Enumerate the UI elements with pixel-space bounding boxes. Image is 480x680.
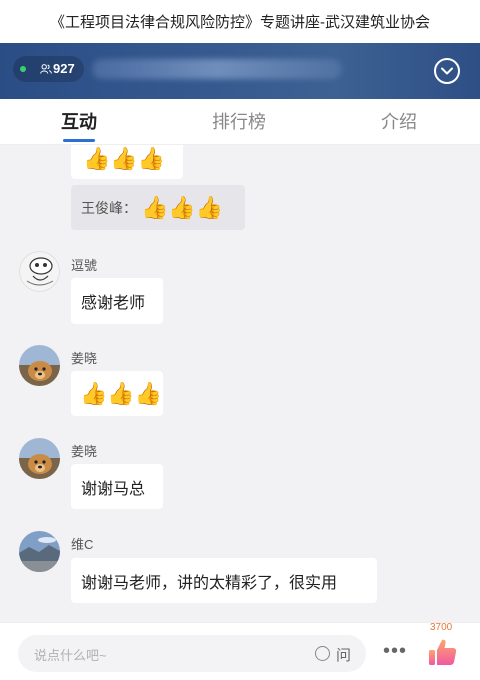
like-thumb-icon[interactable] (428, 637, 458, 667)
sketch-avatar-icon (19, 251, 60, 292)
sender-name: 逗號 (71, 258, 98, 273)
avatar[interactable] (19, 531, 60, 572)
dog-avatar-icon (19, 438, 60, 479)
viewer-count: 927 (53, 61, 75, 76)
chat-input-placeholder: 说点什么吧~ (34, 648, 107, 663)
chat-bubble: 谢谢马总 (71, 464, 163, 509)
active-tab-indicator (63, 139, 95, 142)
chat-list[interactable]: 👍👍👍 王俊峰： 👍👍👍 逗號 感谢老师 姜晓 👍👍👍 姜晓 谢谢马总 维C 谢… (0, 145, 480, 622)
tab-intro[interactable]: 介绍 (349, 99, 449, 145)
chevron-down-icon (441, 67, 453, 75)
more-options-button[interactable]: ••• (383, 641, 407, 661)
ask-toggle-label[interactable]: 问 (336, 644, 351, 665)
dog-avatar-icon (19, 345, 60, 386)
ask-toggle-icon[interactable] (315, 646, 330, 661)
avatar[interactable] (19, 251, 60, 292)
chat-bubble: 感谢老师 (71, 278, 163, 324)
thumbs-up-emoji: 👍👍👍 (83, 146, 166, 171)
message-text: 感谢老师 (81, 295, 146, 312)
sender-name: 姜晓 (71, 351, 98, 366)
collapse-button[interactable] (434, 58, 460, 84)
live-status-dot (20, 66, 26, 72)
live-banner: 927 (0, 43, 480, 99)
avatar[interactable] (19, 345, 60, 386)
landscape-avatar-icon (19, 531, 60, 572)
sender-name: 姜晓 (71, 444, 98, 459)
blurred-channel-name (92, 59, 342, 79)
sender-prefix: 王俊峰： (81, 199, 137, 216)
chat-bubble: 谢谢马老师，讲的太精彩了，很实用 (71, 558, 377, 603)
chat-input[interactable]: 说点什么吧~ 问 (18, 635, 366, 672)
chat-bubble: 👍👍👍 (71, 371, 163, 416)
tab-bar: 互动 排行榜 介绍 (0, 99, 480, 145)
thumbs-up-emoji: 👍👍👍 (80, 380, 163, 406)
sender-name: 维C (71, 537, 94, 552)
chat-bubble: 👍👍👍 (71, 145, 183, 179)
viewer-count-pill: 927 (13, 56, 84, 82)
thumbs-up-emoji: 👍👍👍 (141, 194, 224, 220)
bottom-bar: 说点什么吧~ 问 ••• 3700 (0, 622, 480, 680)
tab-ranking[interactable]: 排行榜 (189, 99, 289, 145)
avatar[interactable] (19, 438, 60, 479)
chat-bubble: 王俊峰： 👍👍👍 (71, 185, 245, 230)
people-icon (40, 64, 52, 74)
message-text: 谢谢马老师，讲的太精彩了，很实用 (81, 574, 338, 592)
window-title: 《工程项目法律合规风险防控》专题讲座-武汉建筑业协会 (0, 0, 480, 43)
like-count: 3700 (430, 622, 453, 633)
message-text: 谢谢马总 (81, 480, 146, 498)
